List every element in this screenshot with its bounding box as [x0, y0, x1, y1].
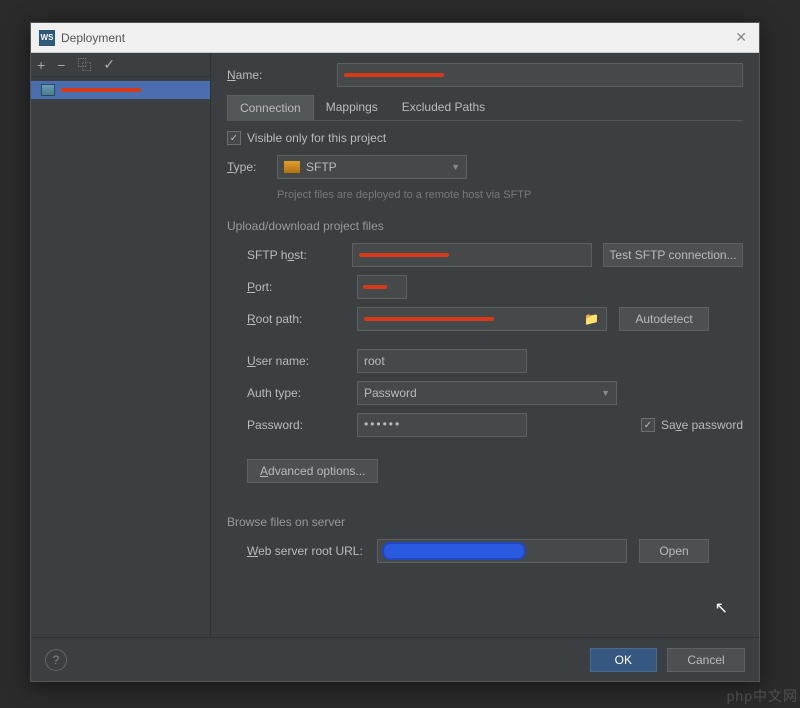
dialog-footer: ? OK Cancel	[31, 637, 759, 681]
sidebar-item-server[interactable]	[31, 81, 210, 99]
type-select[interactable]: SFTP ▼	[277, 155, 467, 179]
port-label: Port:	[247, 280, 357, 294]
url-input[interactable]	[377, 539, 627, 563]
window-title: Deployment	[61, 31, 731, 45]
open-button[interactable]: Open	[639, 539, 709, 563]
folder-icon[interactable]: 📁	[584, 312, 600, 326]
deployment-dialog: WS Deployment ✕ + − ⿻ ✓ Name:	[30, 22, 760, 682]
password-input[interactable]: ••••••	[357, 413, 527, 437]
check-server-icon[interactable]: ✓	[103, 56, 115, 73]
redacted-host	[359, 253, 449, 257]
cancel-button[interactable]: Cancel	[667, 648, 745, 672]
browse-section: Web server root URL: Open	[227, 539, 743, 563]
chevron-down-icon: ▼	[601, 388, 610, 398]
password-label: Password:	[247, 418, 357, 432]
tab-connection[interactable]: Connection	[227, 95, 314, 120]
type-value: SFTP	[306, 160, 337, 174]
port-row: Port:	[247, 275, 743, 299]
server-list	[31, 77, 210, 637]
host-input[interactable]	[352, 243, 591, 267]
host-row: SFTP host: Test SFTP connection...	[247, 243, 743, 267]
root-label: Root path:	[247, 312, 357, 326]
auth-row: Auth type: Password ▼	[247, 381, 743, 405]
chevron-down-icon: ▼	[451, 162, 460, 172]
user-input[interactable]	[357, 349, 527, 373]
help-button[interactable]: ?	[45, 649, 67, 671]
save-password-checkbox[interactable]: ✓	[641, 418, 655, 432]
sftp-icon	[284, 161, 300, 173]
auth-value: Password	[364, 386, 417, 400]
tab-mappings[interactable]: Mappings	[314, 95, 390, 120]
redacted-root	[364, 317, 494, 321]
upload-section-title: Upload/download project files	[227, 219, 743, 233]
servers-sidebar: + − ⿻ ✓	[31, 53, 211, 637]
autodetect-button[interactable]: Autodetect	[619, 307, 709, 331]
visible-only-row: ✓ Visible only for this project	[227, 131, 743, 145]
browse-section-title: Browse files on server	[227, 515, 743, 529]
titlebar: WS Deployment ✕	[31, 23, 759, 53]
close-icon[interactable]: ✕	[731, 29, 751, 46]
host-label: SFTP host:	[247, 248, 352, 262]
redacted-name-value	[344, 73, 444, 77]
auth-label: Auth type:	[247, 386, 357, 400]
url-label: Web server root URL:	[247, 544, 377, 558]
test-connection-button[interactable]: Test SFTP connection...	[603, 243, 743, 267]
add-server-icon[interactable]: +	[37, 57, 45, 73]
name-input[interactable]	[337, 63, 743, 87]
tab-excluded-paths[interactable]: Excluded Paths	[390, 95, 497, 120]
copy-server-icon[interactable]: ⿻	[77, 55, 91, 75]
main-panel: Name: Connection Mappings Excluded Paths…	[211, 53, 759, 637]
app-icon: WS	[39, 30, 55, 46]
advanced-options-button[interactable]: AAdvanced options...dvanced options...	[247, 459, 378, 483]
port-input[interactable]	[357, 275, 407, 299]
remove-server-icon[interactable]: −	[57, 57, 65, 73]
redacted-port	[363, 285, 387, 289]
tabs: Connection Mappings Excluded Paths	[227, 95, 743, 121]
watermark: php中文网	[727, 686, 798, 706]
root-row: Root path: 📁 Autodetect	[247, 307, 743, 331]
type-label: Type:	[227, 160, 277, 174]
ok-button[interactable]: OK	[590, 648, 657, 672]
url-row: Web server root URL: Open	[247, 539, 743, 563]
root-input[interactable]: 📁	[357, 307, 607, 331]
redacted-url	[384, 544, 524, 558]
visible-only-label: Visible only for this project	[247, 131, 386, 145]
auth-select[interactable]: Password ▼	[357, 381, 617, 405]
advanced-row: AAdvanced options...dvanced options...	[247, 459, 743, 483]
save-password-label: Save password	[661, 418, 743, 432]
user-label: User name:	[247, 354, 357, 368]
server-icon	[41, 84, 55, 96]
password-row: Password: •••••• ✓ Save password	[247, 413, 743, 437]
upload-section: SFTP host: Test SFTP connection... Port:…	[227, 243, 743, 483]
sidebar-toolbar: + − ⿻ ✓	[31, 53, 210, 77]
name-label: Name:	[227, 68, 337, 82]
user-row: User name:	[247, 349, 743, 373]
name-row: Name:	[227, 63, 743, 87]
visible-only-checkbox[interactable]: ✓	[227, 131, 241, 145]
type-hint: Project files are deployed to a remote h…	[227, 187, 743, 215]
type-row: Type: SFTP ▼	[227, 155, 743, 179]
redacted-server-name	[61, 88, 141, 92]
dialog-body: + − ⿻ ✓ Name: Connection Mapp	[31, 53, 759, 637]
